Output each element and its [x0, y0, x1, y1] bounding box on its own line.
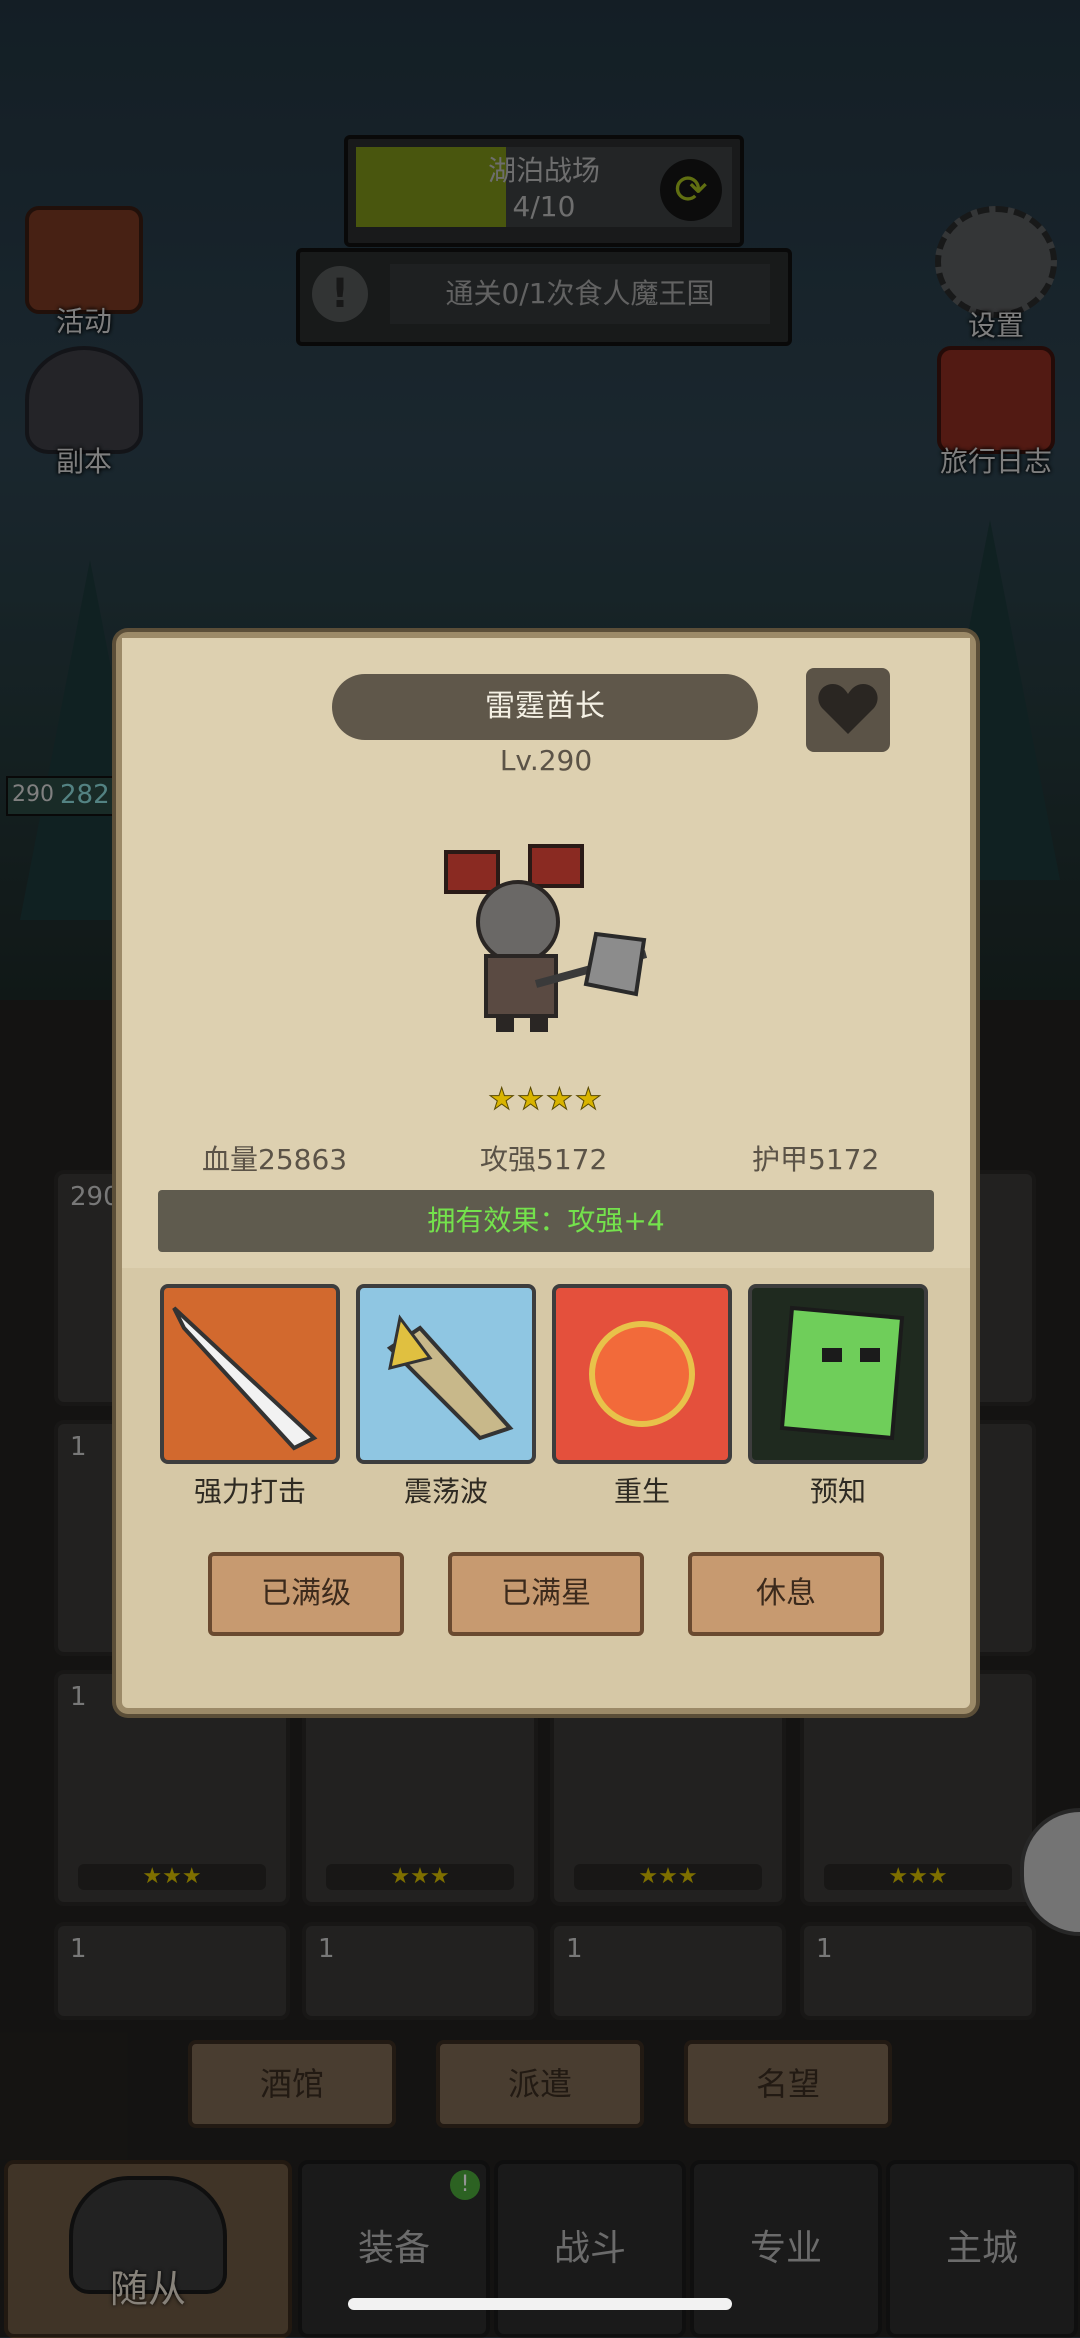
hero-portrait [436, 844, 660, 1034]
foresight-icon [748, 1284, 928, 1464]
hero-stars: ★★★★ [488, 1082, 604, 1118]
max-star-button[interactable]: 已满星 [448, 1552, 644, 1636]
skill-rebirth[interactable]: 重生 [552, 1284, 732, 1510]
skill-label: 震荡波 [403, 1475, 488, 1508]
skill-label: 强力打击 [193, 1475, 306, 1508]
skill-foresight[interactable]: 预知 [748, 1284, 928, 1510]
skill-label: 重生 [613, 1475, 670, 1508]
hp-stat: 血量25863 [202, 1143, 348, 1176]
hero-detail-modal: 雷霆酋长 Lv.290 ★★★★ 血量25863 攻强5172 护甲5172 拥… [116, 632, 976, 1714]
sword-strike-icon [160, 1284, 340, 1464]
armor-stat: 护甲5172 [752, 1143, 880, 1176]
hero-name: 雷霆酋长 [332, 674, 758, 740]
rebirth-icon [552, 1284, 732, 1464]
rest-button[interactable]: 休息 [688, 1552, 884, 1636]
heart-icon [818, 684, 878, 734]
skill-label: 预知 [809, 1475, 866, 1508]
home-indicator[interactable] [348, 2298, 732, 2310]
skill-shockwave[interactable]: 震荡波 [356, 1284, 536, 1510]
tauren-chief-icon [444, 844, 648, 1032]
max-level-button[interactable]: 已满级 [208, 1552, 404, 1636]
hero-level: Lv.290 [499, 744, 593, 777]
shockwave-icon [356, 1284, 536, 1464]
skill-power-strike[interactable]: 强力打击 [160, 1284, 340, 1510]
owned-effect-bar: 拥有效果：攻强+4 [158, 1190, 934, 1252]
favorite-button[interactable] [806, 668, 890, 752]
attack-stat: 攻强5172 [480, 1143, 608, 1176]
